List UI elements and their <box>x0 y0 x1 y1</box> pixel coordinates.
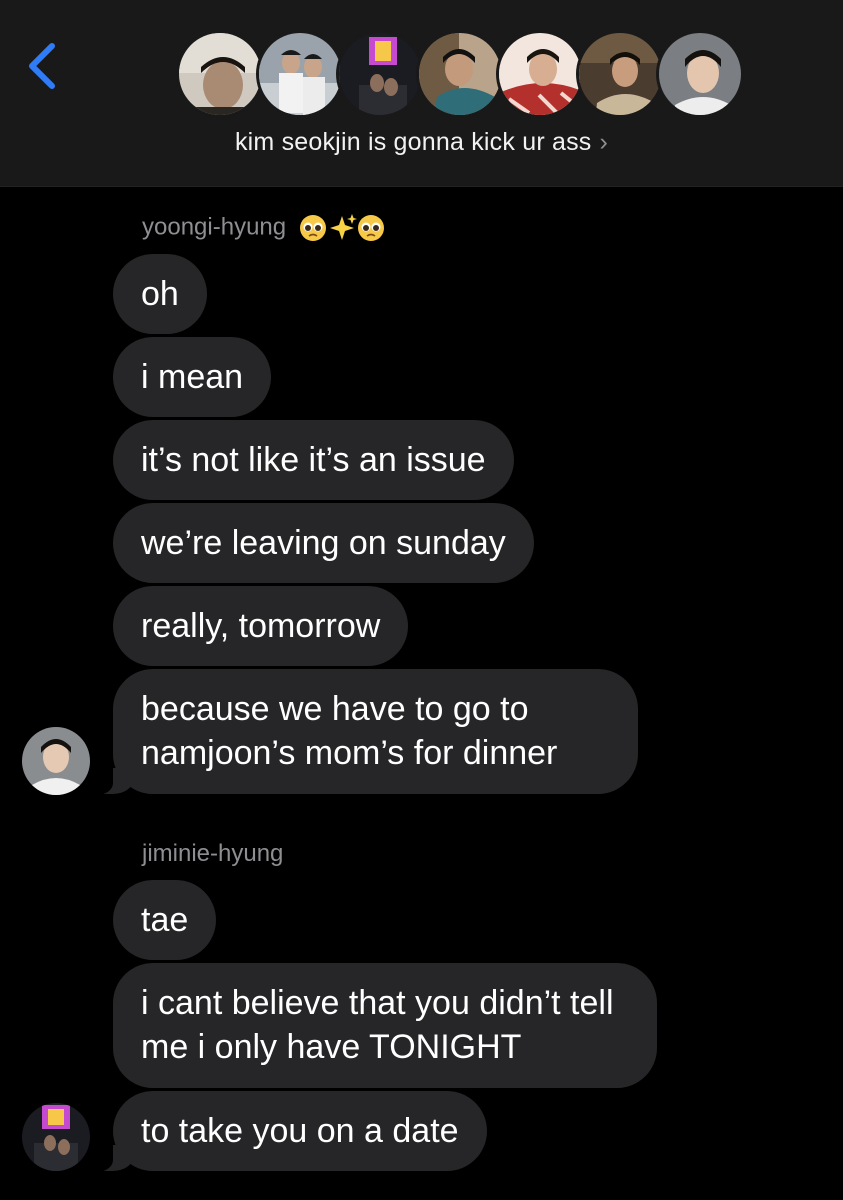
sender-name-text: yoongi-hyung <box>142 213 287 241</box>
group-name[interactable]: kim seokjin is gonna kick ur ass › <box>0 128 843 157</box>
message-text: oh <box>141 275 179 313</box>
message-bubble[interactable]: i mean <box>113 337 272 417</box>
avatar[interactable] <box>256 30 344 118</box>
back-button[interactable] <box>22 38 66 94</box>
message-bubble[interactable]: tae <box>113 880 217 960</box>
sender-emoji <box>299 214 384 241</box>
avatar[interactable] <box>336 30 424 118</box>
participant-avatars[interactable] <box>176 30 744 122</box>
chevron-right-icon: › <box>599 128 609 156</box>
avatar[interactable] <box>656 30 744 118</box>
message-text: tae <box>141 901 189 939</box>
sender-name-text: jiminie-hyung <box>142 840 284 867</box>
message-text: i mean <box>141 358 244 396</box>
message-bubble[interactable]: oh <box>113 254 207 334</box>
group-name-text: kim seokjin is gonna kick ur ass <box>234 128 592 156</box>
sender-avatar[interactable] <box>22 1103 90 1171</box>
chevron-left-icon <box>29 43 55 89</box>
chat-header: kim seokjin is gonna kick ur ass › <box>0 0 843 187</box>
message-bubble[interactable]: really, tomorrow <box>113 586 409 666</box>
pleading-face-icon <box>299 215 326 241</box>
sparkles-icon <box>329 214 357 240</box>
message-text: because we have to go to namjoon’s mom’s… <box>141 690 558 772</box>
avatar[interactable] <box>496 30 584 118</box>
avatar[interactable] <box>416 30 504 118</box>
message-text: really, tomorrow <box>141 607 381 645</box>
message-text: i cant believe that you didn’t tell me i… <box>141 984 614 1066</box>
sender-name: jiminie-hyung <box>142 840 283 868</box>
sender-name: yoongi-hyung <box>142 212 385 244</box>
avatar[interactable] <box>176 30 264 118</box>
pleading-face-icon <box>357 215 384 241</box>
message-bubble[interactable]: because we have to go to namjoon’s mom’s… <box>91 669 638 795</box>
avatar[interactable] <box>576 30 664 118</box>
message-text: it’s not like it’s an issue <box>141 441 486 479</box>
message-bubble[interactable]: to take you on a date <box>91 1091 487 1172</box>
message-bubble[interactable]: we’re leaving on sunday <box>113 503 534 583</box>
message-text: we’re leaving on sunday <box>141 524 506 562</box>
sender-avatar[interactable] <box>22 727 90 795</box>
message-text: to take you on a date <box>141 1112 459 1150</box>
message-bubble[interactable]: it’s not like it’s an issue <box>113 420 514 500</box>
message-bubble[interactable]: i cant believe that you didn’t tell me i… <box>113 963 657 1088</box>
